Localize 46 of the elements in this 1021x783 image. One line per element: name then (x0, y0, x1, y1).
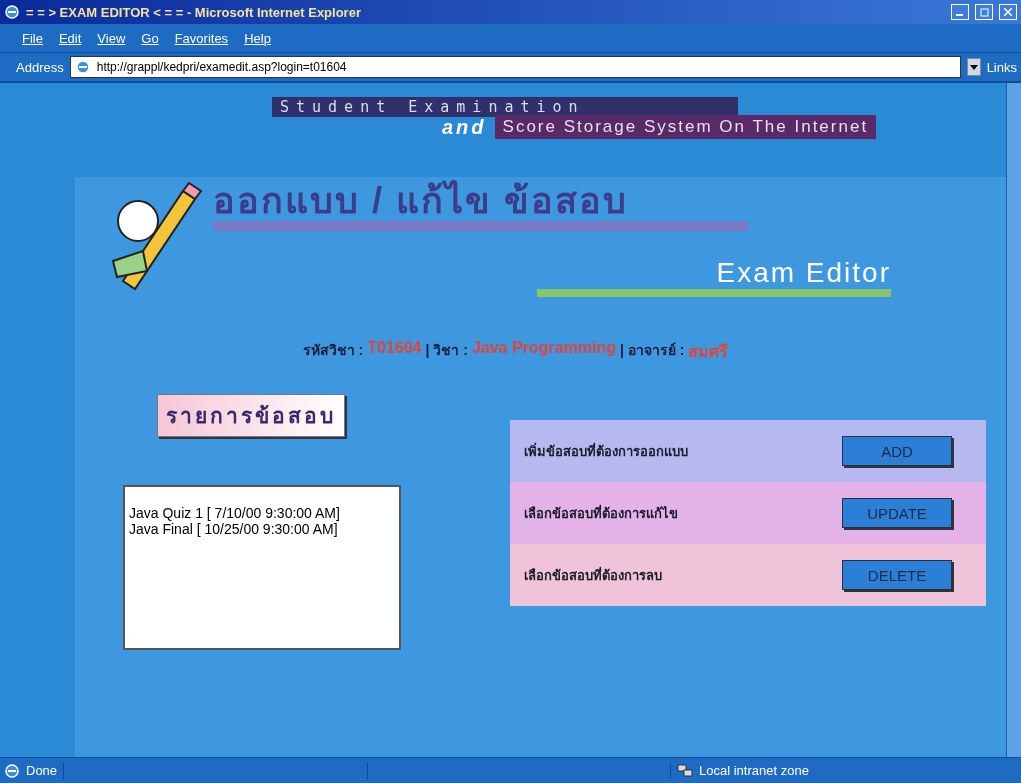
address-field[interactable]: http://grappl/kedpri/examedit.asp?login=t01604 (69, 56, 961, 78)
banner-subtitle: Score Storage System On The Internet (494, 115, 877, 139)
links-label[interactable]: Links (986, 59, 1017, 75)
address-label: Address (16, 59, 64, 75)
menu-item[interactable]: View (91, 28, 132, 48)
menu-item[interactable]: Edit (52, 28, 88, 48)
restore-button[interactable] (975, 4, 993, 20)
dropdown-button[interactable] (966, 58, 981, 76)
close-icon (1004, 8, 1012, 16)
list-title: รายการข้อสอบ (157, 394, 345, 437)
minimize-button[interactable] (951, 4, 969, 20)
scrollbar[interactable] (1006, 83, 1021, 757)
info-value: T01604 (367, 339, 422, 358)
page-icon (74, 59, 91, 75)
banner-and: and (442, 115, 487, 139)
browser-icon (4, 4, 20, 20)
action-label: เลือกข้อสอบที่ต้องการแก้ไข (524, 503, 678, 523)
url-text: http://grappl/kedpri/examedit.asp?login=t01604 (96, 60, 347, 74)
exam-listbox[interactable]: Java Quiz 1 [ 7/10/00 9:30:00 AM] Java Final [ 10/25/00 9:30:00 AM] (123, 485, 401, 650)
action-button[interactable]: ADD (842, 436, 952, 466)
action-button[interactable]: UPDATE (842, 498, 952, 528)
menu-item[interactable]: Go (135, 28, 165, 48)
action-button[interactable]: DELETE (842, 560, 952, 590)
restore-icon (979, 7, 989, 17)
status-text: Done (26, 763, 58, 778)
info-value: สมศรี (688, 342, 729, 362)
window-title: = = > EXAM EDITOR < = = - Microsoft Internet Explorer (26, 4, 362, 20)
zone-text: Local intranet zone (699, 763, 809, 778)
action-label: เลือกข้อสอบที่ต้องการลบ (524, 565, 662, 585)
page-subheading: Exam Editor (536, 256, 891, 297)
action-label: เพิ่มข้อสอบที่ต้องการออกแบบ (524, 441, 688, 461)
page-heading: ออกแบบ / แก้ไข ข้อสอบ (213, 181, 748, 231)
info-value: Java Programming (471, 339, 616, 358)
info-label: | วิชา : (425, 341, 468, 360)
info-label: รหัสวิชา : (302, 341, 364, 360)
banner-title: Student Examination (272, 97, 738, 117)
menu-item[interactable]: File (16, 28, 49, 48)
list-item[interactable]: Java Final [ 10/25/00 9:30:00 AM] (129, 521, 395, 537)
list-item[interactable]: Java Quiz 1 [ 7/10/00 9:30:00 AM] (129, 505, 395, 521)
page-icon (4, 762, 20, 779)
info-label: | อาจารย์ : (619, 341, 685, 360)
menu-item[interactable]: Favorites (168, 28, 235, 48)
caret-icon (969, 64, 978, 70)
close-button[interactable] (999, 4, 1017, 20)
network-icon (677, 763, 693, 778)
menu-item[interactable]: Help (238, 28, 277, 48)
